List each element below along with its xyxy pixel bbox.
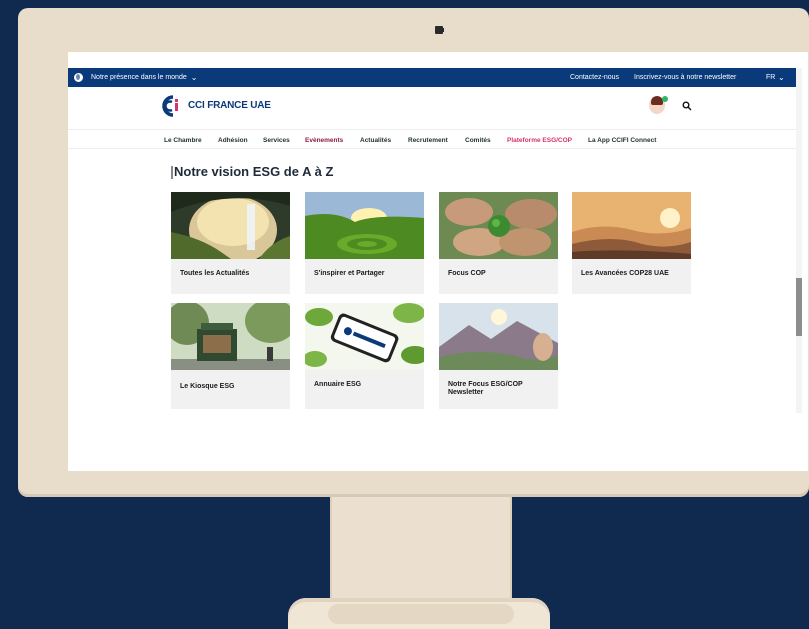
green-valley-sunset-photo xyxy=(305,192,424,259)
main-navigation: Le Chambre Adhésion Services Evènements … xyxy=(68,129,802,149)
cci-logo-icon[interactable] xyxy=(162,95,182,117)
card-kiosque-esg[interactable]: Le Kiosque ESG xyxy=(171,303,290,409)
webpage: Notre présence dans le monde ⌄ Contactez… xyxy=(68,68,808,413)
card-label: Focus COP xyxy=(448,270,486,277)
nav-item-adhesion[interactable]: Adhésion xyxy=(218,137,248,144)
top-utility-bar: Notre présence dans le monde ⌄ Contactez… xyxy=(68,68,802,87)
language-selector[interactable]: FR xyxy=(766,74,775,81)
waterfall-cave-photo xyxy=(171,192,290,259)
card-label: Les Avancées COP28 UAE xyxy=(581,270,669,277)
mountain-landscape-hand-photo xyxy=(439,303,558,370)
card-focus-cop[interactable]: Focus COP xyxy=(439,192,558,294)
card-label: S'inspirer et Partager xyxy=(314,270,385,277)
card-focus-newsletter[interactable]: Notre Focus ESG/COP Newsletter xyxy=(439,303,558,409)
nav-item-app[interactable]: La App CCIFI Connect xyxy=(588,137,656,144)
monitor-stand-base-top xyxy=(328,604,514,624)
contact-link[interactable]: Contactez-nous xyxy=(570,74,619,81)
search-icon[interactable] xyxy=(682,101,692,111)
hands-holding-earth-photo xyxy=(439,192,558,259)
card-label: Notre Focus ESG/COP xyxy=(448,381,523,388)
nav-item-esg-platform[interactable]: Plateforme ESG/COP xyxy=(507,137,572,144)
nav-item-chambre[interactable]: Le Chambre xyxy=(164,137,202,144)
section-title-bar xyxy=(171,166,173,179)
online-status-icon xyxy=(662,96,668,102)
monitor-stand-neck xyxy=(330,497,512,605)
nav-item-services[interactable]: Services xyxy=(263,137,290,144)
logo-text[interactable]: CCI FRANCE UAE xyxy=(188,100,271,111)
card-toutes-actualites[interactable]: Toutes les Actualités xyxy=(171,192,290,294)
newsletter-link[interactable]: Inscrivez-vous à notre newsletter xyxy=(634,74,736,81)
scrollbar-thumb[interactable] xyxy=(796,278,802,336)
card-label: Annuaire ESG xyxy=(314,381,362,388)
park-kiosk-photo xyxy=(171,303,290,370)
card-label: Le Kiosque ESG xyxy=(180,383,235,390)
section-title: Notre vision ESG de A à Z xyxy=(174,164,334,179)
nav-item-comites[interactable]: Comités xyxy=(465,137,491,144)
card-inspirer-partager[interactable]: S'inspirer et Partager xyxy=(305,192,424,294)
webcam xyxy=(435,26,444,34)
globe-icon xyxy=(74,73,83,82)
card-avancees-cop28[interactable]: Les Avancées COP28 UAE xyxy=(572,192,691,294)
nav-item-actualites[interactable]: Actualités xyxy=(360,137,391,144)
presence-dropdown[interactable]: Notre présence dans le monde xyxy=(91,74,187,81)
chevron-down-icon[interactable]: ⌄ xyxy=(778,73,785,82)
nav-item-evenements[interactable]: Evènements xyxy=(305,137,343,144)
phone-with-leaves-photo xyxy=(305,303,424,370)
page-scrollbar[interactable] xyxy=(796,68,802,413)
monitor-screen: Notre présence dans le monde ⌄ Contactez… xyxy=(68,52,808,471)
card-label: Toutes les Actualités xyxy=(180,270,250,277)
nav-item-recrutement[interactable]: Recrutement xyxy=(408,137,448,144)
card-label-line2: Newsletter xyxy=(448,389,484,396)
monitor-frame: Notre présence dans le monde ⌄ Contactez… xyxy=(18,8,809,497)
chevron-down-icon[interactable]: ⌄ xyxy=(191,73,198,82)
misty-mountains-sunset-photo xyxy=(572,192,691,259)
card-annuaire-esg[interactable]: Annuaire ESG xyxy=(305,303,424,409)
